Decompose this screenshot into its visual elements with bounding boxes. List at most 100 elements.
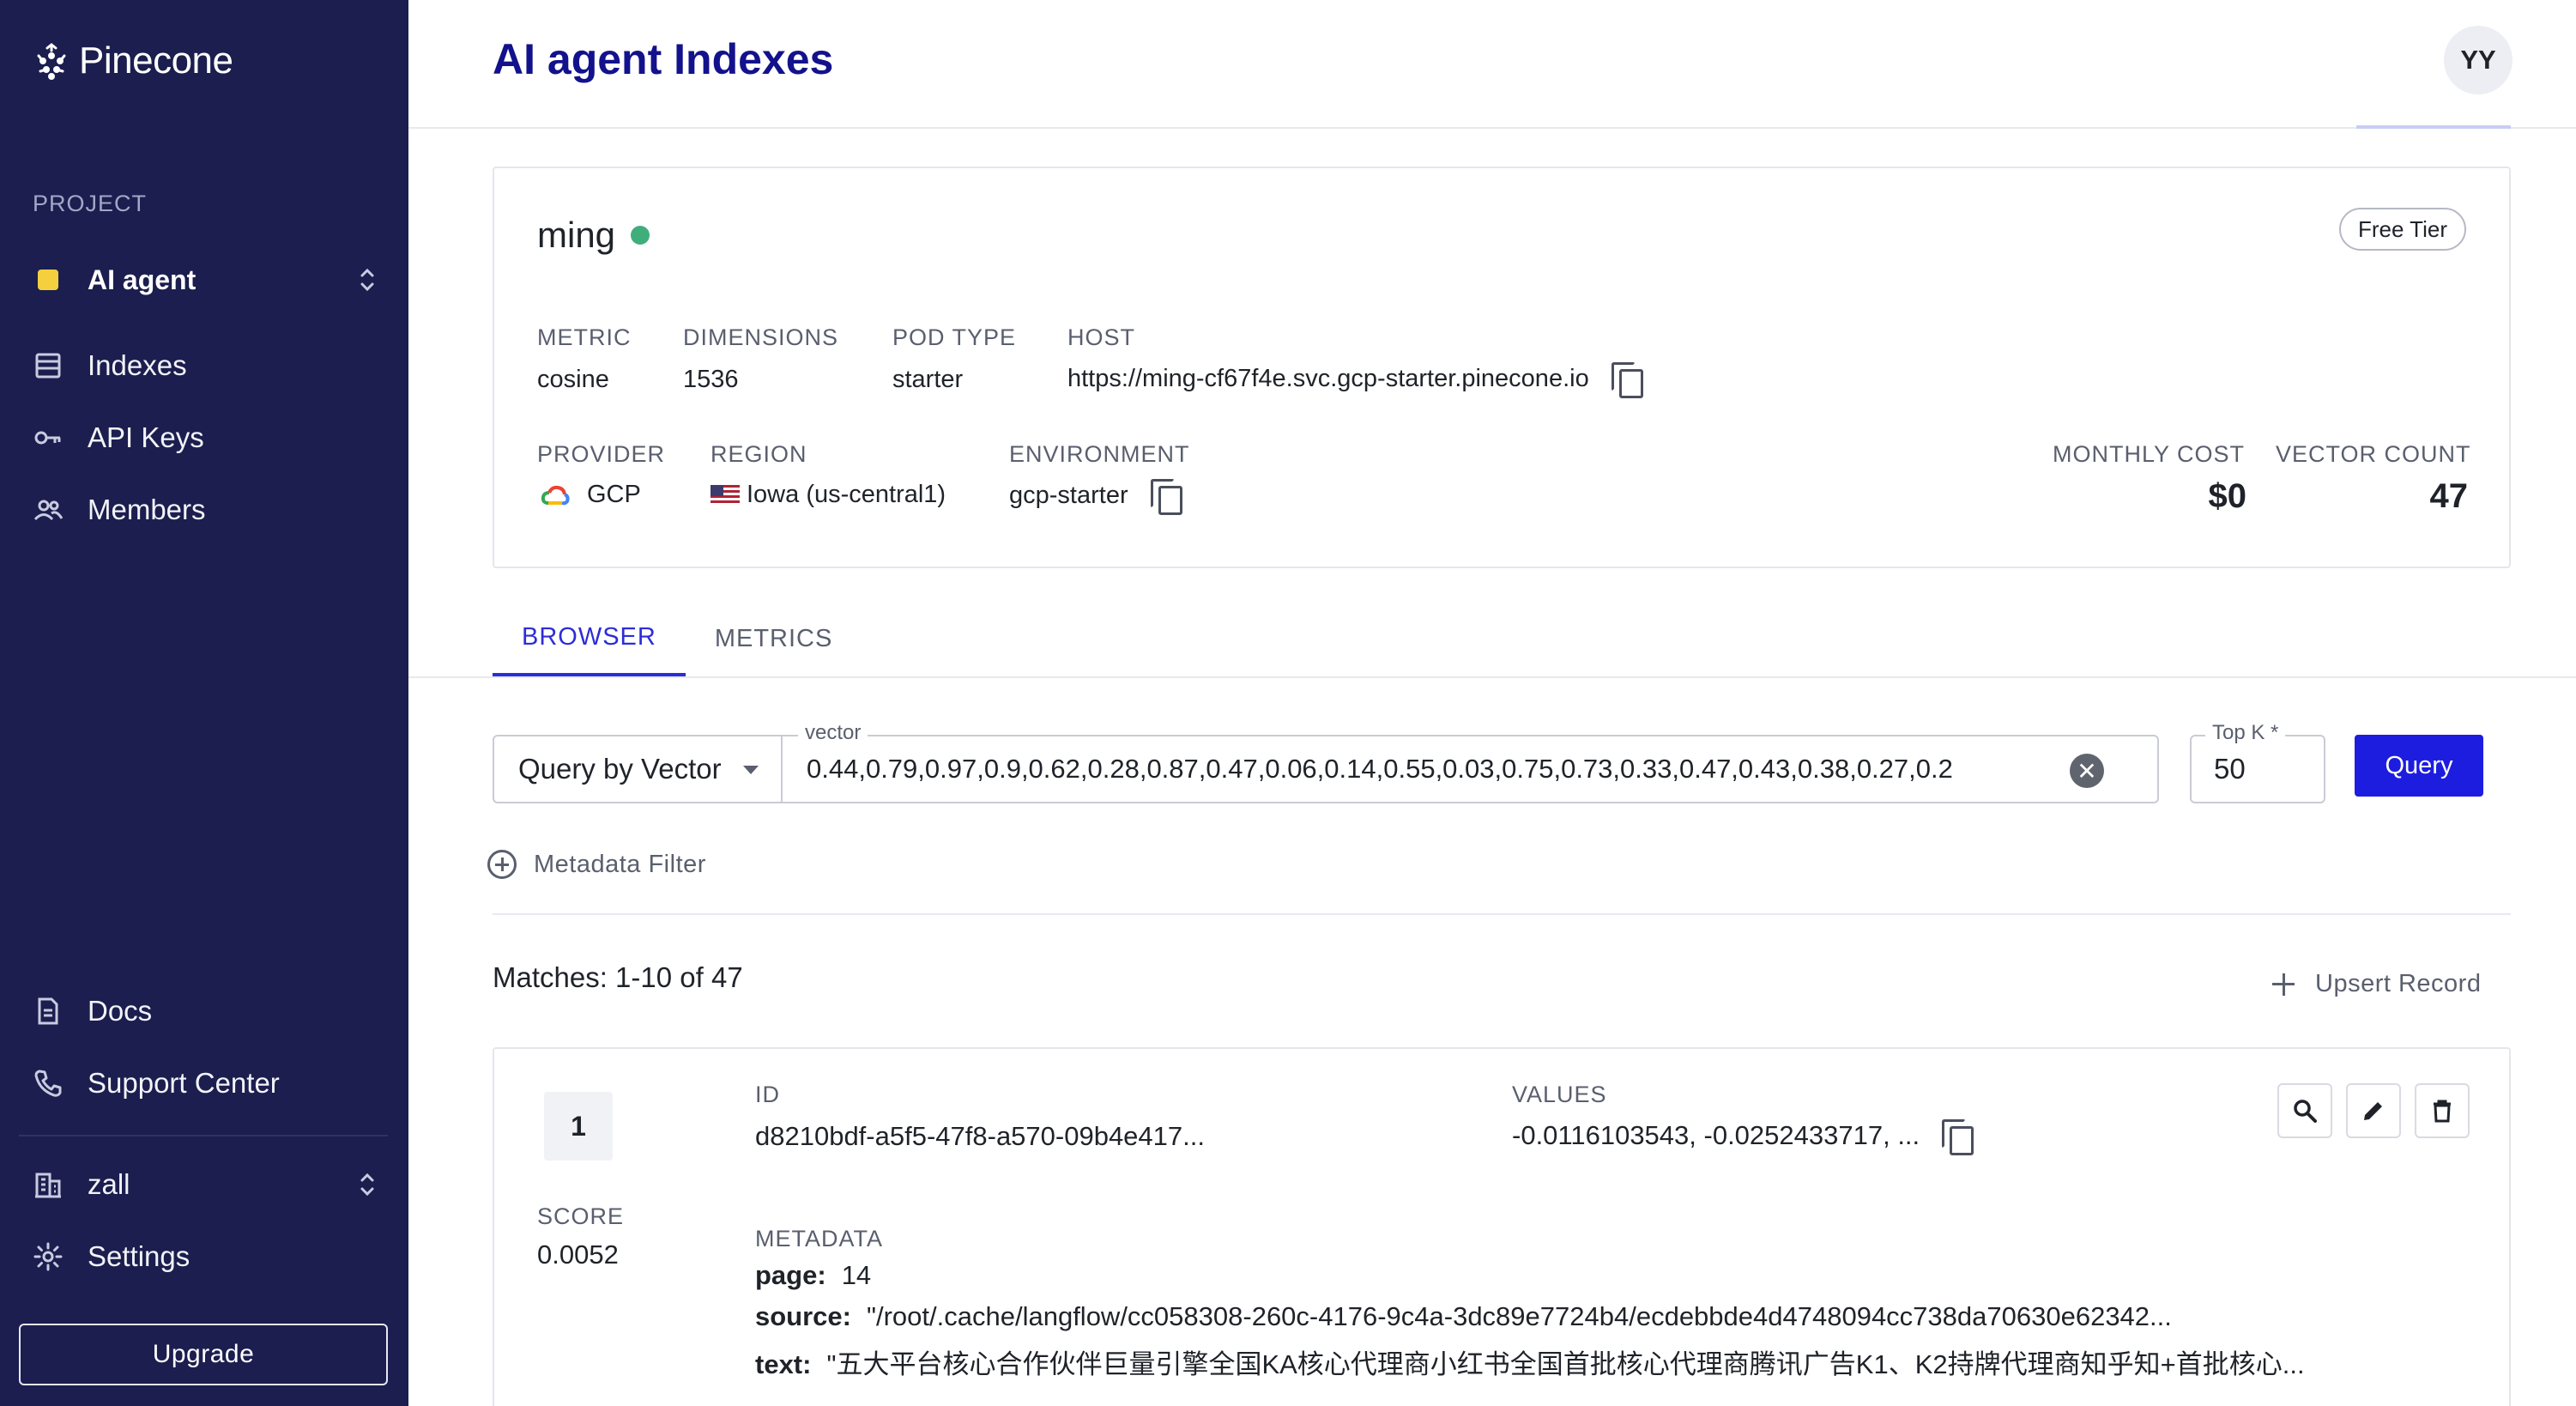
page-title: AI agent Indexes xyxy=(493,35,834,83)
us-flag-icon xyxy=(711,484,740,506)
metadata-key: page: xyxy=(755,1260,826,1290)
metadata-row: text: "五大平台核心合作伙伴巨量引擎全国KA核心代理商小红书全国首批核心代理… xyxy=(755,1342,2305,1381)
provider-value: GCP xyxy=(587,481,641,508)
sidebar-item-label: Settings xyxy=(88,1240,190,1272)
avatar[interactable]: YY xyxy=(2444,26,2513,94)
vector-input-value: 0.44,0.79,0.97,0.9,0.62,0.28,0.87,0.47,0… xyxy=(807,754,1953,784)
topk-field-label: Top K * xyxy=(2205,721,2286,745)
upsert-record-label: Upsert Record xyxy=(2315,970,2482,997)
result-card: 1 SCORE 0.0052 ID d8210bdf-a5f5-47f8-a57… xyxy=(493,1047,2511,1406)
trash-icon xyxy=(2434,1100,2451,1123)
sidebar-item-api-keys[interactable]: API Keys xyxy=(33,412,376,464)
plus-icon xyxy=(2272,973,2295,996)
tab-metrics[interactable]: METRICS xyxy=(686,601,862,676)
provider-row: GCP xyxy=(541,481,641,509)
values-row: -0.0116103543, -0.0252433717, ... xyxy=(1512,1119,1974,1155)
topk-input[interactable]: 50 xyxy=(2190,735,2325,803)
brand-logo[interactable]: Pinecone xyxy=(34,39,233,82)
clear-icon[interactable]: ✕ xyxy=(2070,754,2104,788)
project-name: AI agent xyxy=(88,264,197,295)
org-name: zall xyxy=(88,1168,130,1200)
vector-input[interactable]: 0.44,0.79,0.97,0.9,0.62,0.28,0.87,0.47,0… xyxy=(781,735,2159,803)
edit-button[interactable] xyxy=(2346,1083,2401,1138)
building-icon xyxy=(35,1173,61,1198)
index-tabs: BROWSER METRICS xyxy=(493,601,862,678)
metric-label: METRIC xyxy=(537,324,632,350)
score-label: SCORE xyxy=(537,1203,625,1229)
environment-value: gcp-starter xyxy=(1009,481,1128,509)
environment-row: gcp-starter xyxy=(1009,479,1182,515)
metadata-value: "/root/.cache/langflow/cc058308-260c-417… xyxy=(866,1301,2172,1331)
vector-count-label: VECTOR COUNT xyxy=(2276,441,2471,467)
dimensions-value: 1536 xyxy=(683,366,739,393)
id-label: ID xyxy=(755,1082,780,1107)
copy-icon[interactable] xyxy=(1942,1119,1974,1155)
pencil-icon xyxy=(2364,1102,2382,1120)
org-switcher[interactable]: zall xyxy=(33,1159,376,1210)
upgrade-button[interactable]: Upgrade xyxy=(19,1324,388,1385)
pinecone-logo-icon xyxy=(37,43,66,80)
metadata-filter-button[interactable]: Metadata Filter xyxy=(487,850,706,879)
delete-button[interactable] xyxy=(2415,1083,2470,1138)
brand-name: Pinecone xyxy=(79,39,233,82)
monthly-cost-label: MONTHLY COST xyxy=(2053,441,2246,467)
region-value: Iowa (us-central1) xyxy=(747,481,946,508)
chevron-updown-icon xyxy=(360,268,374,292)
sidebar-item-indexes[interactable]: Indexes xyxy=(33,340,376,391)
score-value: 0.0052 xyxy=(537,1239,619,1270)
upsert-record-button[interactable]: Upsert Record xyxy=(2272,970,2481,998)
tier-badge: Free Tier xyxy=(2338,208,2466,251)
pod-type-label: POD TYPE xyxy=(892,324,1017,350)
metric-value: cosine xyxy=(537,366,609,393)
sidebar-item-label: Members xyxy=(88,494,206,525)
copy-icon[interactable] xyxy=(1150,479,1182,515)
sidebar-item-label: Docs xyxy=(88,995,153,1027)
page-header: AI agent Indexes YY xyxy=(408,0,2576,129)
vector-count-value: 47 xyxy=(2429,477,2469,515)
sidebar: Pinecone PROJECT AI agent Indexes API Ke… xyxy=(0,0,408,1406)
host-label: HOST xyxy=(1067,324,1136,350)
sidebar-item-label: Support Center xyxy=(88,1067,280,1099)
matches-count: Matches: 1-10 of 47 xyxy=(493,961,743,993)
metadata-value: 14 xyxy=(841,1260,872,1290)
provider-label: PROVIDER xyxy=(537,441,666,467)
values-value: -0.0116103543, -0.0252433717, ... xyxy=(1512,1120,1920,1150)
query-mode-value: Query by Vector xyxy=(518,753,722,785)
values-label: VALUES xyxy=(1512,1082,1607,1107)
topk-value: 50 xyxy=(2214,753,2246,785)
index-details-card: ming Free Tier METRIC cosine DIMENSIONS … xyxy=(493,167,2511,568)
query-mode-select[interactable]: Query by Vector xyxy=(493,735,783,803)
host-row: https://ming-cf67f4e.svc.gcp-starter.pin… xyxy=(1067,362,1643,398)
members-icon xyxy=(33,500,63,521)
sidebar-item-docs[interactable]: Docs xyxy=(33,985,376,1037)
id-value: d8210bdf-a5f5-47f8-a570-09b4e417... xyxy=(755,1121,1205,1151)
dimensions-label: DIMENSIONS xyxy=(683,324,839,350)
copy-icon[interactable] xyxy=(1611,362,1643,398)
metadata-row: page: 14 xyxy=(755,1260,871,1291)
caret-down-icon xyxy=(743,766,759,774)
chevron-updown-icon xyxy=(360,1173,374,1197)
region-row: Iowa (us-central1) xyxy=(711,481,946,509)
sidebar-item-support-center[interactable]: Support Center xyxy=(33,1058,376,1109)
region-label: REGION xyxy=(711,441,807,467)
query-button[interactable]: Query xyxy=(2355,735,2483,797)
sidebar-divider xyxy=(19,1135,388,1136)
project-switcher[interactable]: AI agent xyxy=(33,258,376,302)
metadata-key: text: xyxy=(755,1349,812,1379)
sidebar-item-members[interactable]: Members xyxy=(33,484,376,536)
metadata-row: source: "/root/.cache/langflow/cc058308-2… xyxy=(755,1301,2172,1332)
monthly-cost-value: $0 xyxy=(2208,477,2247,515)
sidebar-item-label: Indexes xyxy=(88,349,187,381)
project-section-label: PROJECT xyxy=(33,191,148,216)
search-button[interactable] xyxy=(2277,1083,2332,1138)
table-icon xyxy=(35,353,61,379)
tab-browser[interactable]: BROWSER xyxy=(493,601,686,676)
index-name: ming xyxy=(537,215,616,255)
pod-type-value: starter xyxy=(892,366,964,393)
phone-icon xyxy=(34,1070,62,1097)
metadata-key: source: xyxy=(755,1301,851,1331)
metadata-filter-label: Metadata Filter xyxy=(534,850,706,878)
environment-label: ENVIRONMENT xyxy=(1009,441,1190,467)
host-value: https://ming-cf67f4e.svc.gcp-starter.pin… xyxy=(1067,364,1589,392)
sidebar-item-settings[interactable]: Settings xyxy=(33,1231,376,1282)
